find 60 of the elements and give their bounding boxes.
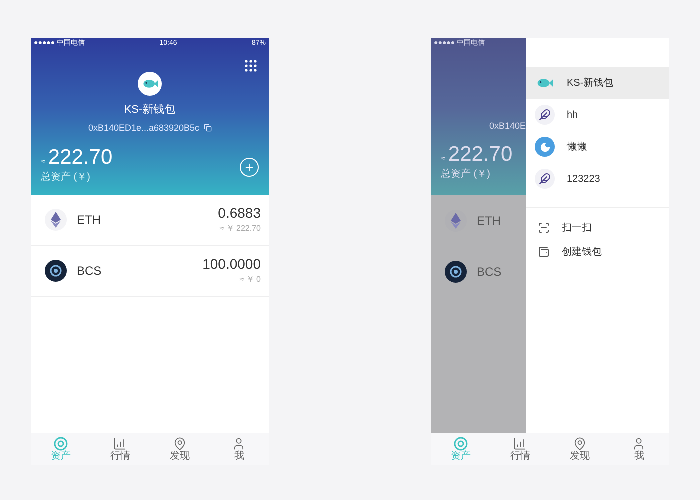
action-label: 创建钱包 <box>562 246 602 260</box>
ether-coin-icon <box>45 209 67 231</box>
wallet-name: 懒懒 <box>567 140 587 154</box>
asset-value: ≈ ￥ 222.70 <box>220 222 261 235</box>
moon-icon <box>540 142 550 152</box>
bar-chart-icon <box>513 436 528 450</box>
asset-amount: 0.6883 <box>218 205 261 223</box>
scan-icon <box>538 222 550 234</box>
fish-icon <box>142 78 158 90</box>
tab[interactable]: 发现 <box>550 436 610 462</box>
coin-icon <box>445 260 467 282</box>
add-button[interactable] <box>240 158 259 177</box>
plus-icon <box>244 162 255 173</box>
approx-sign: ≈ <box>41 156 46 168</box>
wallet-address: 0xB140E <box>489 120 526 133</box>
grid-menu-icon[interactable] <box>245 60 257 72</box>
tab[interactable]: 我 <box>210 436 269 462</box>
asset-symbol: ETH <box>477 212 501 230</box>
wallet-item[interactable]: 懒懒 <box>526 131 669 163</box>
drawer-action[interactable]: 扫一扫 <box>526 220 669 236</box>
asset-symbol: ETH <box>77 212 101 229</box>
total-balance: 222.70 <box>448 144 513 164</box>
target-icon <box>454 436 468 450</box>
asset-symbol: BCS <box>477 264 502 280</box>
total-balance: 222.70 <box>48 147 113 168</box>
pin-icon <box>172 436 187 450</box>
copy-icon[interactable] <box>204 124 212 132</box>
asset-value: ≈ ￥ 0 <box>240 274 261 286</box>
wallet-avatar[interactable] <box>138 72 162 96</box>
asset-amount: 100.0000 <box>202 256 261 274</box>
target-icon <box>54 436 68 450</box>
fish-icon <box>536 76 554 90</box>
approx-sign: ≈ <box>441 152 446 164</box>
total-label: 总资产 (￥) <box>440 168 492 182</box>
wallet-icon <box>538 246 550 258</box>
tab[interactable]: 发现 <box>150 436 210 462</box>
tab[interactable]: 我 <box>610 436 669 462</box>
total-label: 总资产 (￥) <box>41 170 92 185</box>
wallet-name: KS-新钱包 <box>124 102 176 118</box>
wallet-name: 123223 <box>567 172 600 186</box>
asset-row[interactable]: ETH 0.6883 ≈ ￥ 222.70 <box>31 195 269 246</box>
wallet-name: hh <box>567 108 578 122</box>
user-icon <box>232 436 246 450</box>
wallet-item[interactable]: KS-新钱包 <box>526 67 669 99</box>
wallet-item[interactable]: hh <box>526 99 669 131</box>
user-icon <box>632 436 646 450</box>
wallet-name: KS-新钱包 <box>567 76 614 90</box>
drawer-action[interactable]: 创建钱包 <box>526 244 669 260</box>
tab[interactable]: 行情 <box>90 436 150 462</box>
pin-icon <box>572 436 587 450</box>
action-label: 扫一扫 <box>562 222 592 236</box>
coin-icon <box>45 260 67 282</box>
wallet-item[interactable]: 123223 <box>526 163 669 195</box>
feather-icon <box>539 109 551 121</box>
feather-icon <box>539 173 551 185</box>
tab[interactable]: 行情 <box>490 436 550 462</box>
asset-row[interactable]: BCS 100.0000 ≈ ￥ 0 <box>31 246 269 297</box>
asset-symbol: BCS <box>77 263 102 280</box>
wallet-address: 0xB140ED1e...a683920B5c <box>88 122 200 134</box>
bar-chart-icon <box>113 436 128 450</box>
